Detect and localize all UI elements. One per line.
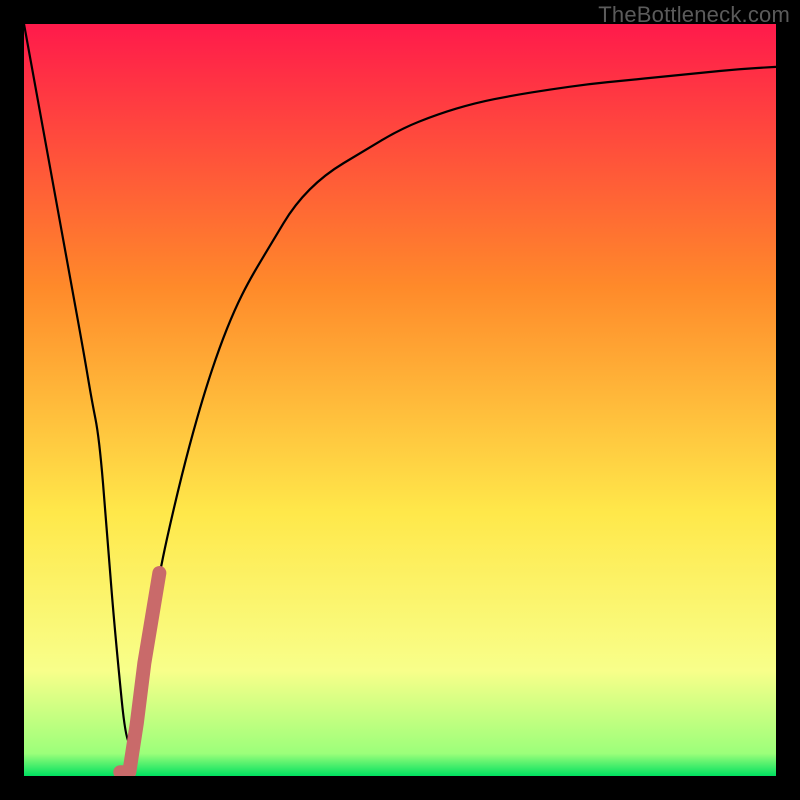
plot-area (24, 24, 776, 776)
plot-svg (24, 24, 776, 776)
watermark-text: TheBottleneck.com (598, 2, 790, 28)
chart-frame: TheBottleneck.com (0, 0, 800, 800)
gradient-background (24, 24, 776, 776)
